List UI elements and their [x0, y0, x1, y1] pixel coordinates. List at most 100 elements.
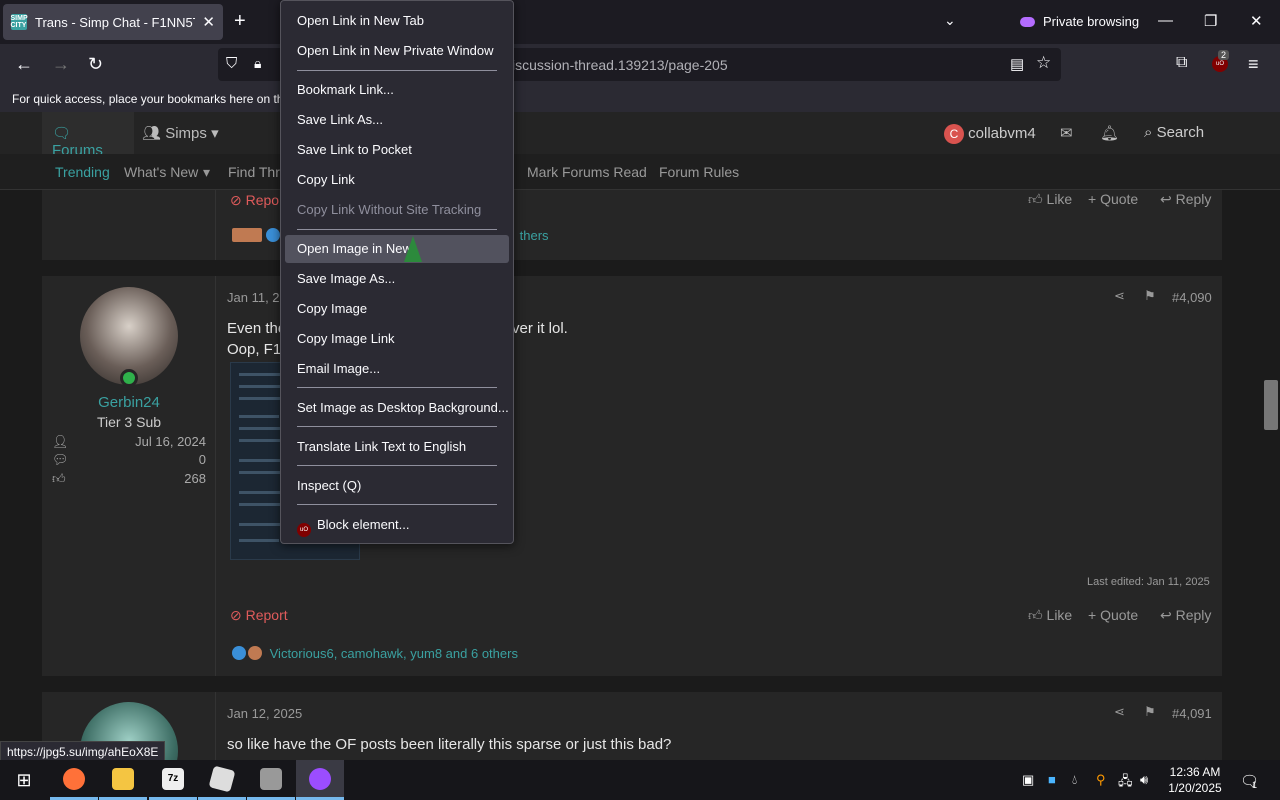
online-status-icon [120, 369, 138, 387]
tray-search-icon[interactable]: ⚲ [1096, 772, 1106, 788]
post-number[interactable]: #4,091 [1172, 706, 1212, 721]
bookmark-icon[interactable]: ⚑ [1144, 704, 1156, 720]
forum-header: 🗨︎ Forums 👥︎ Simps ▾ C collabvm4 ✉ 🔔︎ ⌕ … [0, 112, 1280, 159]
like-reaction-icon [232, 646, 246, 660]
new-tab-icon[interactable]: + [234, 10, 246, 33]
menu-open-link-new-tab[interactable]: Open Link in New Tab [285, 7, 509, 35]
subnav-find-threads[interactable]: Find Thr [228, 164, 280, 180]
search-button[interactable]: ⌕ Search [1144, 124, 1204, 141]
roblox-icon [208, 765, 236, 792]
taskbar-firefox[interactable] [50, 760, 98, 800]
menu-copy-image[interactable]: Copy Image [285, 295, 509, 323]
firefox-icon [63, 767, 85, 790]
reload-icon[interactable]: ↻ [88, 54, 103, 75]
thumbs-up-icon: 👍︎ [52, 471, 66, 486]
share-icon[interactable]: ⋖ [1114, 704, 1125, 720]
back-icon[interactable]: ← [15, 54, 33, 75]
share-icon[interactable]: ⋖ [1114, 288, 1125, 304]
post-4090: Gerbin24 Tier 3 Sub 👤︎ Jul 16, 2024 💬︎ 0 👍… [42, 276, 1222, 676]
minimize-icon[interactable]: — [1158, 12, 1173, 29]
menu-separator [297, 504, 497, 505]
menu-save-link-pocket[interactable]: Save Link to Pocket [285, 136, 509, 164]
report-link[interactable]: ⊘ Report [230, 607, 288, 624]
subnav-whats-new[interactable]: What's New [124, 164, 198, 180]
bookmark-star-icon[interactable]: ☆ [1036, 53, 1051, 73]
hamburger-menu-icon[interactable]: ≡ [1248, 54, 1259, 75]
search-icon: ⌕ [1144, 124, 1153, 141]
taskbar-app[interactable] [247, 760, 295, 800]
chat-icon: 🗨︎ [52, 125, 72, 142]
tray-app-icon[interactable]: ▣ [1022, 772, 1034, 788]
chevron-down-icon[interactable]: ▾ [203, 164, 210, 181]
menu-open-image-new-tab[interactable]: Open Image in New [285, 235, 509, 263]
lock-icon[interactable]: 🔒︎ [254, 55, 261, 72]
report-link[interactable]: ⊘ Repor [230, 192, 284, 209]
taskbar: ⊞ 7z ▣ ■ 💧︎ ⚲ 🖧︎ 🔊︎ 12:36 AM 1/20/2025 🗨… [0, 760, 1280, 800]
taskbar-firefox-private[interactable] [296, 760, 344, 800]
like-reaction-icon [266, 228, 280, 242]
restore-icon[interactable]: ❐ [1204, 12, 1217, 30]
subnav-mark-read[interactable]: Mark Forums Read [527, 164, 647, 180]
context-menu: Open Link in New Tab Open Link in New Pr… [280, 0, 514, 544]
menu-translate-link[interactable]: Translate Link Text to English [285, 433, 509, 461]
quote-button[interactable]: + Quote [1088, 191, 1138, 207]
volume-icon[interactable]: 🔊︎ [1140, 772, 1148, 788]
close-tab-icon[interactable]: ✕ [202, 13, 215, 31]
like-button[interactable]: 👍︎ Like [1028, 191, 1072, 208]
menu-copy-image-link[interactable]: Copy Image Link [285, 325, 509, 353]
comment-icon: 💬︎ [52, 452, 69, 467]
taskbar-roblox[interactable] [198, 760, 246, 800]
post-text-line2: Oop, F1 [227, 341, 282, 358]
menu-copy-link[interactable]: Copy Link [285, 166, 509, 194]
bell-icon[interactable]: 🔔︎ [1100, 124, 1119, 142]
reply-button[interactable]: ↩ Reply [1160, 191, 1211, 208]
post-text-line1-end: ver it lol. [512, 320, 568, 337]
clock[interactable]: 12:36 AM 1/20/2025 [1160, 764, 1230, 796]
tray-drop-icon[interactable]: 💧︎ [1072, 772, 1077, 788]
shield-icon[interactable]: ⛉ [226, 55, 237, 72]
menu-save-link-as[interactable]: Save Link As... [285, 106, 509, 134]
post-number[interactable]: #4,090 [1172, 290, 1212, 305]
menu-email-image[interactable]: Email Image... [285, 355, 509, 383]
reader-view-icon[interactable]: ▤ [1010, 55, 1024, 73]
status-bar-url: https://jpg5.su/img/ahEoX8E [0, 741, 166, 761]
user-menu[interactable]: C collabvm4 [944, 124, 1036, 144]
post-4091: Jan 12, 2025 ⋖ ⚑ #4,091 so like have the… [42, 692, 1222, 800]
reply-button[interactable]: ↩ Reply [1160, 607, 1211, 624]
taskbar-file-explorer[interactable] [99, 760, 147, 800]
post-date[interactable]: Jan 12, 2025 [227, 706, 302, 721]
reaction-summary[interactable]: Victorious6, camohawk, yum8 and 6 others [232, 646, 518, 661]
bookmark-icon[interactable]: ⚑ [1144, 288, 1156, 304]
tray-blue-icon[interactable]: ■ [1048, 772, 1056, 787]
close-window-icon[interactable]: ✕ [1250, 12, 1263, 30]
start-button[interactable]: ⊞ [0, 760, 48, 800]
tab-bar: SIMP CITY Trans - Simp Chat - F1NN5TER ✕… [0, 0, 1280, 44]
inbox-icon[interactable]: ✉ [1060, 124, 1073, 142]
menu-bookmark-link[interactable]: Bookmark Link... [285, 76, 509, 104]
menu-separator [297, 229, 497, 230]
network-icon[interactable]: 🖧︎ [1118, 772, 1133, 794]
subnav-forum-rules[interactable]: Forum Rules [659, 164, 739, 180]
quote-button[interactable]: + Quote [1088, 607, 1138, 623]
chevron-down-icon[interactable]: ⌄ [944, 12, 956, 29]
extensions-icon[interactable]: ⧉ [1176, 54, 1187, 72]
users-icon: 👥︎ [142, 125, 162, 142]
menu-save-image-as[interactable]: Save Image As... [285, 265, 509, 293]
post-date[interactable]: Jan 11, 2 [227, 290, 280, 305]
menu-set-desktop-background[interactable]: Set Image as Desktop Background... [285, 394, 509, 422]
nav-simps[interactable]: 👥︎ Simps ▾ [142, 124, 219, 142]
menu-block-element[interactable]: uO Block element... [285, 511, 509, 539]
menu-open-link-private-window[interactable]: Open Link in New Private Window [285, 37, 509, 65]
nav-forums[interactable]: 🗨︎ Forums [42, 112, 134, 159]
forward-icon[interactable]: → [52, 54, 70, 75]
like-button[interactable]: 👍︎ Like [1028, 607, 1072, 624]
taskbar-7zip[interactable]: 7z [149, 760, 197, 800]
private-browsing-indicator: Private browsing [1020, 14, 1139, 29]
tab-active[interactable]: SIMP CITY Trans - Simp Chat - F1NN5TER ✕ [3, 4, 223, 40]
subnav-trending[interactable]: Trending [55, 164, 110, 180]
reaction-avatars [232, 228, 262, 242]
page-scrollbar[interactable] [1264, 380, 1278, 430]
menu-inspect[interactable]: Inspect (Q) [285, 472, 509, 500]
username[interactable]: Gerbin24 [42, 394, 216, 411]
folder-icon [112, 767, 134, 790]
